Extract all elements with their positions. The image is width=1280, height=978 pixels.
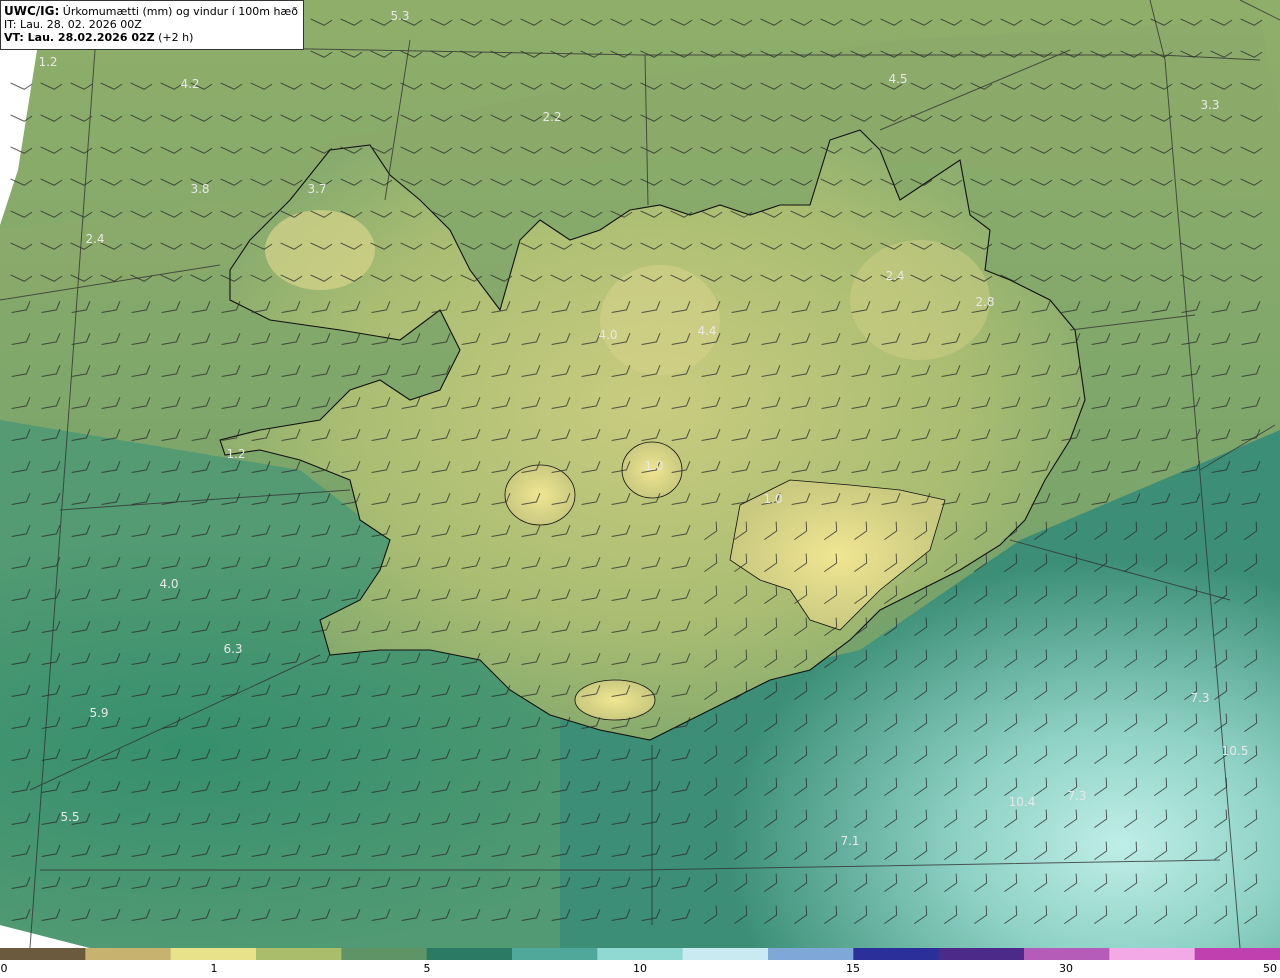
valid-time: VT: Lau. 28.02.2026 02Z (4, 31, 155, 44)
value-label: 3.8 (190, 182, 209, 196)
value-label: 10.5 (1222, 744, 1249, 758)
colorbar-tick-label: 5 (423, 962, 431, 975)
myrdalsjokull (574, 679, 656, 721)
value-label: 1.0 (644, 459, 663, 473)
value-label: 4.0 (598, 328, 617, 342)
model-name: UWC/IG: (4, 4, 60, 18)
forecast-offset: (+2 h) (158, 31, 194, 44)
value-label: 4.2 (180, 77, 199, 91)
colorbar-segment (85, 948, 172, 960)
value-label: 1.2 (38, 55, 57, 69)
langjokull (504, 464, 576, 526)
init-time: IT: Lau. 28. 02. 2026 00Z (4, 18, 142, 31)
value-label: 2.4 (85, 232, 104, 246)
colorbar-segment (853, 948, 940, 960)
colorbar-tick-label: 50 (1263, 962, 1277, 975)
colorbar-segment (768, 948, 855, 960)
value-label: 1.2 (226, 447, 245, 461)
colorbar-segment (682, 948, 769, 960)
colorbar-segment (512, 948, 599, 960)
colorbar-labels: 0 1 5 10 15 30 50 (0, 962, 1280, 978)
colorbar-segment (1024, 948, 1111, 960)
value-label: 1.0 (763, 492, 782, 506)
colorbar-segment (1109, 948, 1196, 960)
colorbar-tick-label: 15 (846, 962, 860, 975)
value-label: 7.1 (840, 834, 859, 848)
forecast-map: 5.3 4.2 4.5 3.3 3.8 3.7 2.4 4.0 4.4 2.4 2.8 1.0 1.0 4… (0, 0, 1280, 949)
colorbar-tick-label: 10 (633, 962, 647, 975)
value-label: 7.3 (1067, 789, 1086, 803)
value-label: 4.0 (159, 577, 178, 591)
value-label: 7.3 (1190, 691, 1209, 705)
colorbar-tick-label: 1 (210, 962, 218, 975)
value-label: 2.4 (885, 269, 904, 283)
info-box: UWC/IG: Úrkomumætti (mm) og vindur í 100… (0, 0, 304, 50)
value-label: 10.4 (1009, 795, 1036, 809)
wind-barb (10, 82, 33, 90)
value-label: 4.5 (888, 72, 907, 86)
value-label: 2.2 (542, 110, 561, 124)
colorbar-segment (341, 948, 428, 960)
colorbar-tick-label: 0 (0, 962, 8, 975)
colorbar-segment (256, 948, 343, 960)
value-label: 5.3 (390, 9, 409, 23)
colorbar-segment (938, 948, 1025, 960)
value-label: 6.3 (223, 642, 242, 656)
value-label: 5.5 (60, 810, 79, 824)
colorbar-segment (170, 948, 257, 960)
colorbar-segment (426, 948, 513, 960)
colorbar-segment (1194, 948, 1280, 960)
north-high (600, 265, 720, 375)
colorbar-segment (0, 948, 87, 960)
value-label: 5.9 (89, 706, 108, 720)
colorbar-tick-label: 30 (1059, 962, 1073, 975)
colorbar-segment (597, 948, 684, 960)
value-label: 2.8 (975, 295, 994, 309)
map-title: Úrkomumætti (mm) og vindur í 100m hæð (62, 5, 298, 18)
colorbar (0, 948, 1280, 960)
east-high (850, 240, 990, 360)
value-label: 3.3 (1200, 98, 1219, 112)
value-label: 4.4 (697, 324, 716, 338)
value-label: 3.7 (307, 182, 326, 196)
